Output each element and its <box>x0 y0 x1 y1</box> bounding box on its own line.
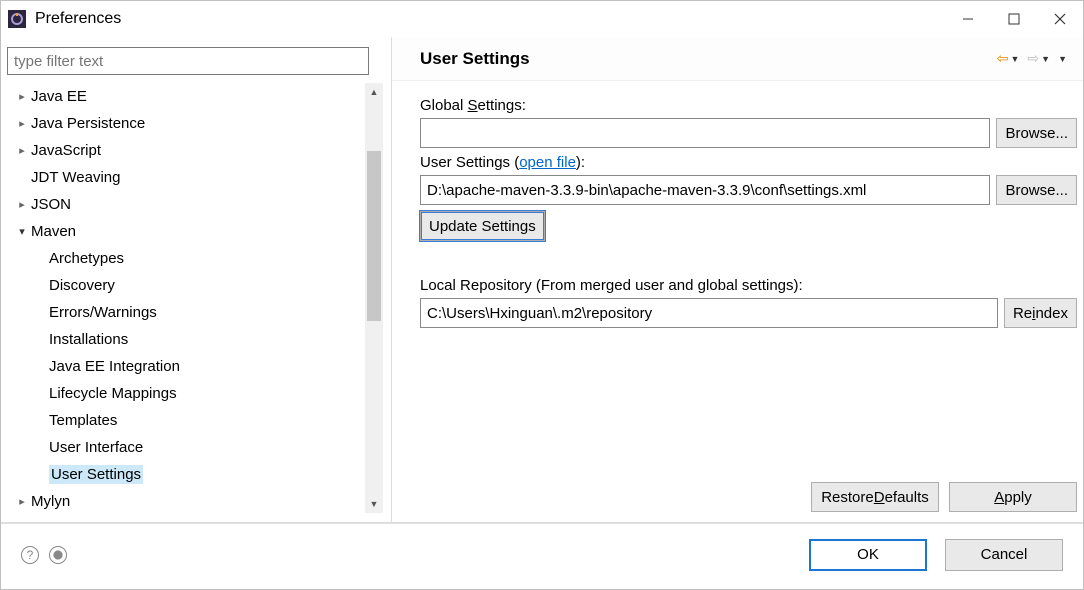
minimize-button[interactable] <box>945 3 991 35</box>
page-title: User Settings <box>420 49 530 69</box>
cancel-button[interactable]: Cancel <box>945 539 1063 571</box>
open-file-link[interactable]: open file <box>519 154 576 171</box>
chevron-right-icon[interactable]: ▸ <box>15 117 29 130</box>
nav-back-icon[interactable]: ⇦ <box>997 50 1009 67</box>
tree-item-label: JDT Weaving <box>31 169 120 186</box>
global-settings-label: Global Settings: <box>420 97 1077 114</box>
user-settings-input[interactable] <box>420 175 990 205</box>
close-button[interactable] <box>1037 3 1083 35</box>
global-settings-input[interactable] <box>420 118 990 148</box>
tree-item-user-interface[interactable]: User Interface <box>7 434 363 461</box>
app-icon <box>7 9 27 29</box>
user-settings-browse-button[interactable]: Browse... <box>996 175 1077 205</box>
chevron-right-icon[interactable]: ▸ <box>15 90 29 103</box>
update-settings-button[interactable]: Update Settings <box>420 211 545 241</box>
nav-back-menu-icon[interactable]: ▼ <box>1011 54 1020 64</box>
tree-item-label: Archetypes <box>49 250 124 267</box>
help-icon[interactable]: ? <box>21 546 39 564</box>
tree-item-label: User Settings <box>49 465 143 484</box>
chevron-right-icon[interactable]: ▸ <box>15 144 29 157</box>
tree-item-errors-warnings[interactable]: Errors/Warnings <box>7 299 363 326</box>
window-title: Preferences <box>35 10 121 28</box>
tree-item-java-ee-integration[interactable]: Java EE Integration <box>7 353 363 380</box>
tree-item-java-persistence[interactable]: ▸Java Persistence <box>7 110 363 137</box>
tree-item-discovery[interactable]: Discovery <box>7 272 363 299</box>
record-icon[interactable] <box>49 546 67 564</box>
tree-item-label: User Interface <box>49 439 143 456</box>
tree-item-label: Templates <box>49 412 117 429</box>
scroll-up-icon[interactable]: ▲ <box>365 83 383 101</box>
scroll-down-icon[interactable]: ▼ <box>365 495 383 513</box>
local-repo-input <box>420 298 998 328</box>
nav-extra-menu-icon[interactable]: ▼ <box>1058 54 1067 64</box>
nav-forward-menu-icon[interactable]: ▼ <box>1041 54 1050 64</box>
chevron-down-icon[interactable]: ▾ <box>15 225 29 238</box>
tree-item-lifecycle-mappings[interactable]: Lifecycle Mappings <box>7 380 363 407</box>
title-bar: Preferences <box>1 1 1083 37</box>
reindex-button[interactable]: Reindex <box>1004 298 1077 328</box>
filter-input[interactable] <box>7 47 369 75</box>
tree-scrollbar[interactable]: ▲ ▼ <box>365 83 383 513</box>
nav-forward-icon[interactable]: ⇨ <box>1027 50 1039 67</box>
restore-defaults-button[interactable]: Restore Defaults <box>811 482 939 512</box>
tree-item-json[interactable]: ▸JSON <box>7 191 363 218</box>
tree-item-label: Lifecycle Mappings <box>49 385 177 402</box>
tree-item-java-ee[interactable]: ▸Java EE <box>7 83 363 110</box>
tree-item-mylyn[interactable]: ▸Mylyn <box>7 488 363 513</box>
settings-page: User Settings ⇦ ▼ ⇨ ▼ ▼ Global Settings:… <box>391 37 1083 522</box>
tree-item-jdt-weaving[interactable]: JDT Weaving <box>7 164 363 191</box>
tree-item-label: Java EE <box>31 88 87 105</box>
preferences-tree-panel: ▸Java EE▸Java Persistence▸JavaScriptJDT … <box>1 37 391 522</box>
tree-item-user-settings[interactable]: User Settings <box>7 461 363 488</box>
tree-item-label: Java EE Integration <box>49 358 180 375</box>
global-settings-browse-button[interactable]: Browse... <box>996 118 1077 148</box>
tree-item-label: Discovery <box>49 277 115 294</box>
tree-item-label: JavaScript <box>31 142 101 159</box>
dialog-button-bar: ? OK Cancel <box>1 523 1083 585</box>
tree-item-archetypes[interactable]: Archetypes <box>7 245 363 272</box>
tree-item-maven[interactable]: ▾Maven <box>7 218 363 245</box>
tree-item-label: Mylyn <box>31 493 70 510</box>
chevron-right-icon[interactable]: ▸ <box>15 495 29 508</box>
tree-item-label: Installations <box>49 331 128 348</box>
user-settings-label: User Settings (open file): <box>420 154 1077 171</box>
chevron-right-icon[interactable]: ▸ <box>15 198 29 211</box>
tree-item-templates[interactable]: Templates <box>7 407 363 434</box>
tree-item-javascript[interactable]: ▸JavaScript <box>7 137 363 164</box>
tree-item-installations[interactable]: Installations <box>7 326 363 353</box>
tree-item-label: JSON <box>31 196 71 213</box>
preferences-tree: ▸Java EE▸Java Persistence▸JavaScriptJDT … <box>7 83 383 513</box>
tree-item-label: Java Persistence <box>31 115 145 132</box>
page-header: User Settings ⇦ ▼ ⇨ ▼ ▼ <box>392 37 1083 81</box>
apply-button[interactable]: Apply <box>949 482 1077 512</box>
ok-button[interactable]: OK <box>809 539 927 571</box>
scroll-thumb[interactable] <box>367 151 381 321</box>
local-repo-label: Local Repository (From merged user and g… <box>420 277 1077 294</box>
tree-item-label: Errors/Warnings <box>49 304 157 321</box>
maximize-button[interactable] <box>991 3 1037 35</box>
tree-item-label: Maven <box>31 223 76 240</box>
